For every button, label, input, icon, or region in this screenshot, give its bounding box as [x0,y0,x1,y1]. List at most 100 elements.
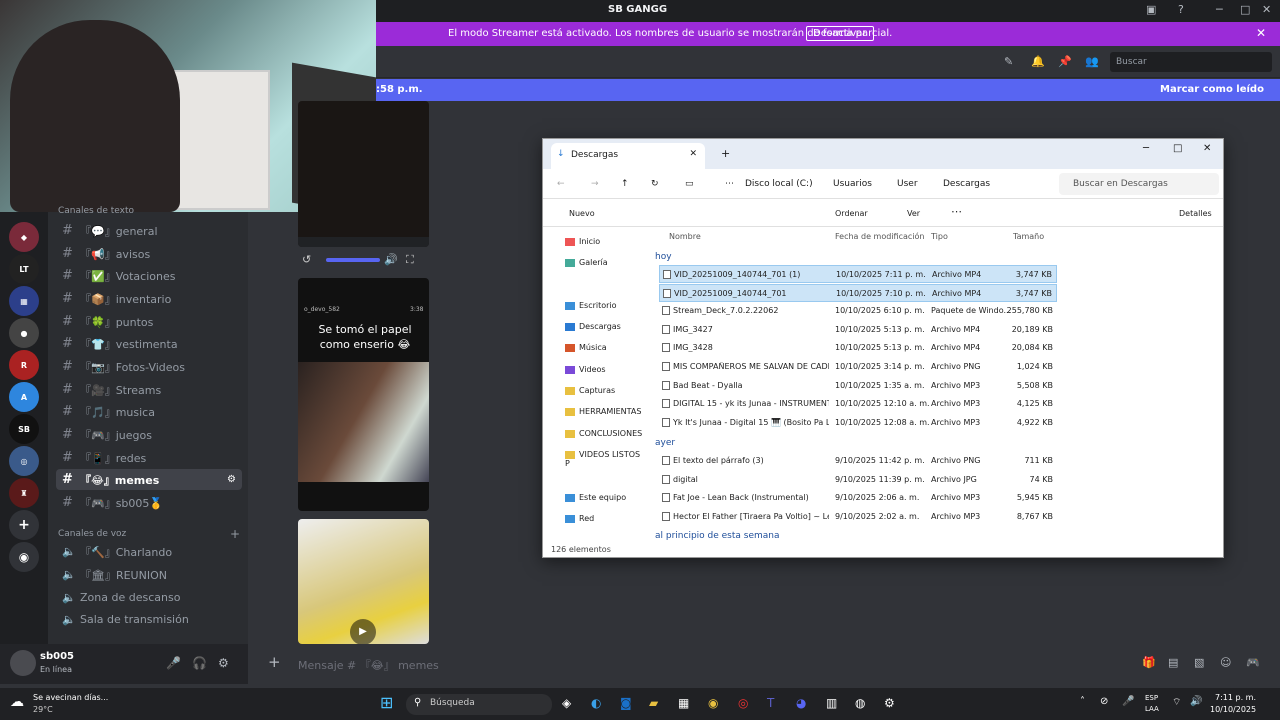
inbox-icon[interactable]: ▣ [1146,3,1156,16]
video-post[interactable]: ▶ [298,519,429,644]
server-icon[interactable]: ● [9,318,39,348]
nav-item[interactable]: Galería [565,258,608,267]
file-row[interactable]: El texto del párrafo (3) 9/10/2025 11:42 … [659,452,1057,470]
up-icon[interactable]: ↑ [621,179,629,189]
channel-item-selected[interactable]: # 『😂』memes ⚙ [56,469,242,490]
network-icon[interactable]: ⊘ [1100,696,1108,707]
headphones-icon[interactable]: 🎧 [192,656,207,670]
group-header[interactable]: ayer [655,438,675,448]
gif-icon[interactable]: ▤ [1168,656,1178,669]
maximize-icon[interactable]: □ [1173,143,1182,154]
group-header[interactable]: al principio de esta semana [655,531,780,541]
channel-item[interactable]: # 『💬』general [56,220,242,241]
group-header[interactable]: hoy [655,252,672,262]
sort-button[interactable]: Ordenar [835,209,868,218]
voice-channel-item[interactable]: 🔈 『🔨』Charlando [56,541,242,562]
banner-close-icon[interactable]: ✕ [1256,26,1266,40]
clock-time[interactable]: 7:11 p. m. [1215,693,1256,702]
gift-icon[interactable]: 🎁 [1142,656,1156,669]
tab-close-icon[interactable]: ✕ [689,149,697,159]
search-input[interactable]: Buscar [1110,52,1272,72]
breadcrumb-item[interactable]: Descargas [943,179,990,189]
text-category[interactable]: Canales de texto [58,206,134,216]
volume-icon[interactable]: 🔊 [384,253,398,266]
channel-item[interactable]: # 『🎮』juegos [56,424,242,445]
maximize-icon[interactable]: □ [1240,3,1250,16]
channel-item[interactable]: # 『👕』vestimenta [56,333,242,354]
settings-icon[interactable]: ⚙ [227,474,236,485]
column-header[interactable]: Nombre [669,232,701,241]
close-icon[interactable]: ✕ [1203,143,1211,154]
column-header[interactable]: Tamaño [1013,232,1044,241]
discord-icon[interactable]: ◕ [796,696,806,710]
file-row[interactable]: MIS COMPAÑEROS ME SALVAN DE CADE... 10/10… [659,358,1057,376]
teams-icon[interactable]: T [767,696,774,710]
new-button[interactable]: Nuevo [569,209,595,218]
server-icon[interactable]: ◎ [9,446,39,476]
server-icon[interactable]: A [9,382,39,412]
close-icon[interactable]: ✕ [1262,3,1271,16]
channel-item[interactable]: # 『📷』Fotos-Videos [56,356,242,377]
settings-icon[interactable]: ⚙ [884,696,895,710]
nav-item[interactable]: Escritorio [565,301,617,310]
fullscreen-icon[interactable]: ⛶ [406,253,414,267]
file-row[interactable]: DIGITAL 15 - yk its Junaa - INSTRUMENTAL… [659,395,1057,413]
file-row[interactable]: IMG_3428 10/10/2025 5:13 p. m. Archivo MP4… [659,339,1057,357]
threads-icon[interactable]: ✎ [1004,55,1013,68]
server-icon[interactable]: ♜ [9,478,39,508]
taskbar-search[interactable]: ⚲ Búsqueda [406,694,552,715]
explorer-search-input[interactable]: Buscar en Descargas [1059,173,1219,195]
add-server-icon[interactable]: + [9,510,39,540]
channel-item[interactable]: # 『📢』avisos [56,243,242,264]
edge-icon[interactable]: ◐ [591,696,601,710]
apps-icon[interactable]: 🎮 [1246,656,1260,669]
volume-icon[interactable]: 🔊 [1190,696,1202,707]
computer-icon[interactable]: ▭ [685,179,694,189]
members-icon[interactable]: 👥 [1085,55,1099,68]
copilot-icon[interactable]: ◈ [562,696,571,710]
message-input[interactable]: + Mensaje # 『😂』 memes 🎁 ▤ ▧ ☺ 🎮 [256,651,1280,677]
microphone-icon[interactable]: 🎤 [1122,696,1134,707]
file-row-selected[interactable]: VID_20251009_140744_701 10/10/2025 7:10 p… [659,283,1057,302]
nav-item[interactable]: Red [565,514,594,523]
refresh-icon[interactable]: ↻ [651,179,659,189]
channel-item[interactable]: # 『🎥』Streams [56,379,242,400]
file-explorer-icon[interactable]: ▰ [649,696,658,710]
pin-icon[interactable]: 📌 [1058,55,1072,68]
new-messages-bar[interactable]: :58 p.m. Marcar como leído [376,79,1280,101]
file-row[interactable]: Yk It's Junaa - Digital 15 🎹 (Bosito Pa … [659,414,1057,432]
more-locations-icon[interactable]: ⋯ [725,179,734,189]
file-row-selected[interactable]: VID_20251009_140744_701 (1) 10/10/2025 7:… [659,265,1057,283]
clock-date[interactable]: 10/10/2025 [1210,705,1256,714]
file-row[interactable]: Bad Beat - Dyalla 10/10/2025 1:35 a. m. Ar… [659,377,1057,395]
emoji-icon[interactable]: ☺ [1220,656,1231,669]
volume-slider[interactable] [326,258,380,262]
channel-item[interactable]: # 『📦』inventario [56,288,242,309]
breadcrumb-item[interactable]: Disco local (C:) [745,179,813,189]
column-header[interactable]: Tipo [931,232,948,241]
nav-item[interactable]: VIDEOS LISTOS P [565,450,643,468]
mark-read-button[interactable]: Marcar como leído [1160,84,1264,95]
file-row[interactable]: Stream_Deck_7.0.2.22062 10/10/2025 6:10 p… [659,302,1057,320]
server-icon[interactable]: R [9,350,39,380]
video-post[interactable]: o_devo_582 3:38 Se tomó el papel como en… [298,278,429,511]
back-icon[interactable]: ← [557,179,565,189]
forward-icon[interactable]: → [591,179,599,189]
start-icon[interactable]: ⊞ [380,693,393,712]
server-icon[interactable]: ▦ [9,286,39,316]
file-row[interactable]: Hector El Father [Tiraera Pa Voltio] ~ L… [659,508,1057,526]
minimize-icon[interactable]: ─ [1143,143,1149,154]
weather-title[interactable]: Se avecinan días... [33,693,108,702]
server-icon[interactable]: ◆ [9,222,39,252]
nav-item[interactable]: CONCLUSIONES [565,429,642,438]
server-icon[interactable]: LT [9,254,39,284]
language-layout[interactable]: LAA [1145,705,1159,713]
nav-item[interactable]: Música [565,343,607,352]
channel-item[interactable]: # 『🎵』musica [56,401,242,422]
video-player[interactable] [298,101,429,247]
more-icon[interactable]: ⋯ [951,205,962,218]
view-button[interactable]: Ver [907,209,920,218]
chevron-up-icon[interactable]: ˄ [1080,696,1085,707]
channel-item[interactable]: # 『🍀』puntos [56,311,242,332]
attach-icon[interactable]: + [268,653,281,671]
